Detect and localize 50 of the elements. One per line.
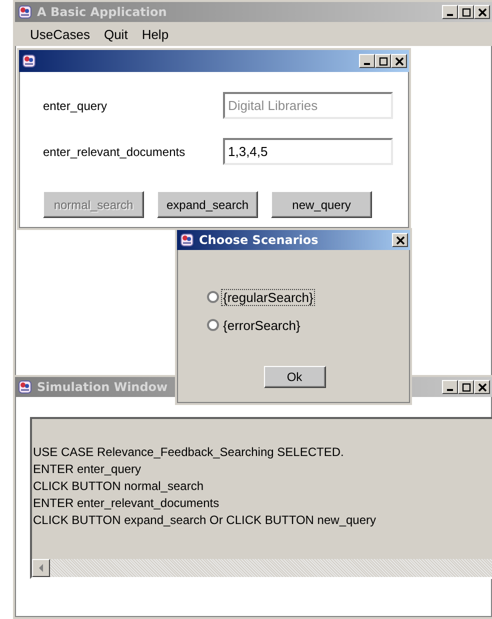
log-line: ENTER enter_relevant_documents (32, 495, 220, 512)
log-line: USE CASE Relevance_Feedback_Searching SELECTED. (32, 444, 345, 461)
minimize-icon (447, 389, 453, 391)
close-button[interactable] (391, 54, 407, 68)
close-icon (478, 382, 486, 392)
field-label: enter_relevant_documents (43, 144, 186, 158)
ok-button[interactable]: Ok (264, 366, 326, 388)
scroll-left-button[interactable] (32, 559, 50, 577)
menu-item[interactable]: Quit (98, 24, 133, 44)
maximize-button[interactable] (458, 5, 474, 19)
minimize-button[interactable] (442, 380, 458, 394)
maximize-button[interactable] (375, 54, 391, 68)
left-arrow-icon (38, 564, 44, 572)
log-line: CLICK BUTTON normal_search (32, 478, 204, 495)
minimize-button[interactable] (442, 5, 458, 19)
menu-item[interactable]: UseCases (25, 24, 95, 44)
app-icon (17, 4, 33, 20)
radio-button[interactable] (207, 291, 219, 303)
close-icon (396, 236, 404, 244)
close-button[interactable] (474, 5, 490, 19)
radio-option[interactable]: {regularSearch} (207, 288, 410, 306)
maximize-icon (378, 56, 388, 66)
minimize-icon (447, 14, 453, 16)
horizontal-scrollbar[interactable] (32, 559, 492, 577)
maximize-icon (462, 382, 470, 392)
minimize-button[interactable] (359, 54, 375, 68)
minimize-icon (364, 63, 370, 65)
log-line: ENTER enter_query (32, 461, 142, 478)
input-field[interactable]: 1,3,4,5 (223, 138, 393, 165)
field-label: enter_query (43, 98, 108, 112)
option-label: {regularSearch} (221, 288, 316, 306)
close-button[interactable] (392, 233, 408, 247)
window-title: Simulation Window (37, 380, 169, 394)
app-icon (21, 53, 37, 69)
window-title: A Basic Application (37, 5, 168, 19)
app-icon (17, 379, 33, 395)
close-icon (394, 56, 404, 66)
menu-item[interactable]: Help (136, 24, 174, 44)
radio-button[interactable] (207, 319, 219, 331)
maximize-button[interactable] (458, 380, 474, 394)
window-title: Choose Scenarios (199, 233, 320, 247)
option-label: {errorSearch} (222, 316, 302, 334)
close-icon (478, 8, 486, 16)
action-button[interactable]: new_query (271, 191, 372, 218)
close-button[interactable] (474, 380, 490, 394)
log-line: CLICK BUTTON expand_search Or CLICK BUTTON new_query (32, 512, 378, 529)
app-icon (179, 232, 195, 248)
action-button[interactable]: expand_search (157, 191, 258, 218)
radio-option[interactable]: {errorSearch} (207, 316, 410, 334)
maximize-icon (462, 8, 470, 16)
